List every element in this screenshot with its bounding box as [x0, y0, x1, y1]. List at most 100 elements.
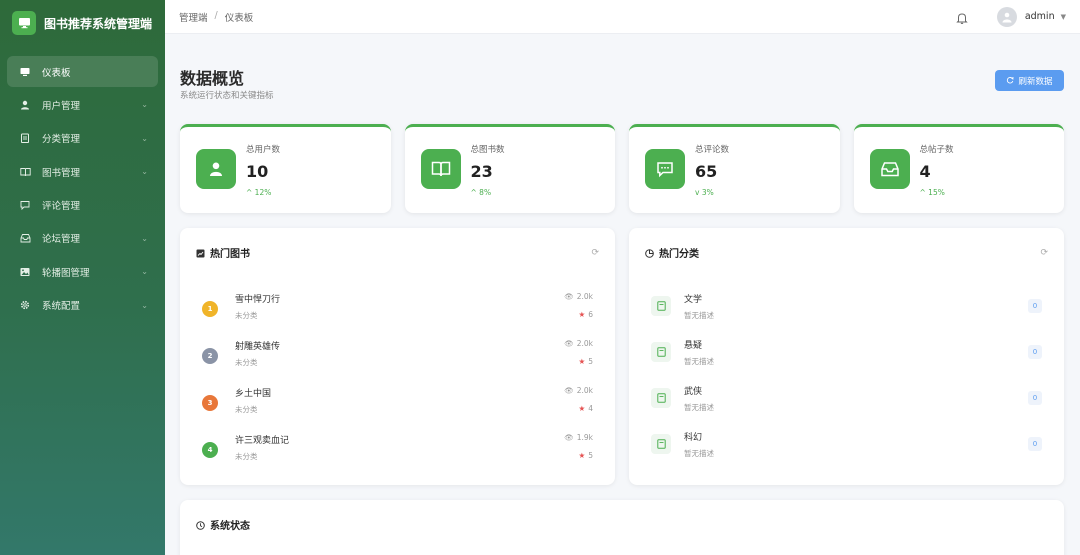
category-name: 科幻	[684, 433, 703, 443]
rank-badge: 4	[202, 442, 218, 458]
panel-title: 系统状态	[210, 521, 250, 532]
breadcrumb: 管理端 / 仪表板	[179, 10, 253, 24]
hot-books-panel: 热门图书 ⟳ 1 雪中悍刀行 未分类 👁 2.0k ★ 6 2 射雕英雄传 未分类 …	[180, 228, 615, 485]
star-icon: ★	[578, 451, 586, 460]
star-icon: ★	[578, 357, 586, 366]
list-item[interactable]: 武侠 暂无描述 0	[651, 382, 1042, 422]
chevron-down-icon: ⌄	[141, 300, 148, 310]
rank-badge: 3	[202, 395, 218, 411]
gear-icon	[19, 299, 31, 311]
favorites-count: 4	[588, 404, 593, 413]
stat-trend: v 3%	[695, 188, 714, 197]
user-icon	[19, 99, 31, 111]
list-item[interactable]: 2 射雕英雄传 未分类 👁 2.0k ★ 5	[202, 337, 593, 377]
username[interactable]: admin	[1025, 11, 1055, 22]
book-favorites: ★ 5	[578, 451, 593, 460]
sidebar-item-label: 论坛管理	[42, 234, 81, 246]
stat-label: 总评论数	[695, 145, 730, 155]
book-icon	[651, 296, 671, 316]
book-title: 射雕英雄传	[235, 342, 281, 352]
monitor-icon	[12, 11, 36, 35]
sidebar-item-carousel[interactable]: 轮播图管理 ⌄	[7, 256, 158, 287]
stat-card-comments: 总评论数 65 v 3%	[629, 124, 840, 213]
chevron-down-icon: ⌄	[141, 233, 148, 243]
brand: 图书推荐系统管理端	[0, 0, 165, 46]
favorites-count: 5	[588, 357, 593, 366]
sidebar-item-label: 仪表板	[42, 67, 71, 79]
stat-trend: ^ 12%	[246, 188, 272, 197]
category-desc: 暂无描述	[684, 357, 714, 366]
chevron-down-icon: ⌄	[141, 167, 148, 177]
panel-title: 热门图书	[210, 249, 250, 260]
stat-label: 总帖子数	[919, 145, 954, 155]
rank-badge: 1	[202, 301, 218, 317]
sidebar-item-dashboard[interactable]: 仪表板	[7, 56, 158, 87]
book-views: 👁 2.0k	[564, 386, 593, 395]
sidebar-item-books[interactable]: 图书管理 ⌄	[7, 156, 158, 187]
stats-row: 总用户数 10 ^ 12% 总图书数 23 ^ 8% 总评论数 65 v 3% …	[180, 124, 1064, 213]
list-item[interactable]: 文学 暂无描述 0	[651, 290, 1042, 330]
book-title: 许三观卖血记	[235, 436, 290, 446]
user-icon	[196, 149, 236, 189]
book-favorites: ★ 6	[578, 310, 593, 319]
sidebar-item-categories[interactable]: 分类管理 ⌄	[7, 123, 158, 154]
stat-value: 4	[919, 162, 931, 181]
comment-icon	[645, 149, 685, 189]
header-actions: admin ▼	[955, 6, 1066, 27]
sidebar-item-settings[interactable]: 系统配置 ⌄	[7, 290, 158, 321]
list-item[interactable]: 悬疑 暂无描述 0	[651, 336, 1042, 376]
panel-title: 热门分类	[659, 249, 699, 260]
panel-header: 热门图书 ⟳	[196, 243, 599, 262]
book-favorites: ★ 4	[578, 404, 593, 413]
views-count: 2.0k	[576, 386, 593, 395]
breadcrumb-item-admin[interactable]: 管理端	[179, 10, 208, 24]
bell-icon[interactable]	[955, 10, 969, 24]
list-item[interactable]: 4 许三观卖血记 未分类 👁 1.9k ★ 5	[202, 431, 593, 471]
category-count: 0	[1028, 437, 1042, 451]
list-item[interactable]: 科幻 暂无描述 0	[651, 428, 1042, 468]
clock-icon	[196, 515, 205, 534]
category-desc: 暂无描述	[684, 311, 714, 320]
category-desc: 暂无描述	[684, 449, 714, 458]
avatar[interactable]	[996, 6, 1017, 27]
breadcrumb-separator: /	[214, 9, 218, 21]
sidebar-item-forum[interactable]: 论坛管理 ⌄	[7, 223, 158, 254]
breadcrumb-item-dashboard: 仪表板	[224, 12, 254, 24]
sidebar-item-users[interactable]: 用户管理 ⌄	[7, 89, 158, 120]
chevron-down-icon: ⌄	[141, 133, 148, 143]
refresh-icon[interactable]: ⟳	[591, 248, 599, 258]
stat-value: 23	[470, 162, 493, 181]
panel-header: 热门分类 ⟳	[645, 243, 1048, 262]
eye-icon: 👁	[564, 292, 574, 301]
book-title: 雪中悍刀行	[235, 295, 281, 305]
stat-label: 总图书数	[470, 145, 505, 155]
book-views: 👁 1.9k	[564, 433, 593, 442]
book-category: 未分类	[235, 358, 258, 367]
sidebar-item-comments[interactable]: 评论管理	[7, 190, 158, 221]
refresh-icon[interactable]: ⟳	[1040, 248, 1048, 258]
rank-badge: 2	[202, 348, 218, 364]
page-subtitle: 系统运行状态和关键指标	[180, 91, 274, 101]
list-item[interactable]: 1 雪中悍刀行 未分类 👁 2.0k ★ 6	[202, 290, 593, 330]
book-category: 未分类	[235, 311, 258, 320]
stat-value: 10	[246, 162, 269, 181]
clipboard-icon	[19, 132, 31, 144]
list-item[interactable]: 3 乡土中国 未分类 👁 2.0k ★ 4	[202, 384, 593, 424]
chevron-down-icon: ⌄	[141, 100, 148, 110]
panels-row: 热门图书 ⟳ 1 雪中悍刀行 未分类 👁 2.0k ★ 6 2 射雕英雄传 未分类 …	[180, 228, 1064, 485]
system-status-panel: 系统状态	[180, 500, 1064, 555]
refresh-button[interactable]: 刷新数据	[995, 70, 1064, 91]
stat-label: 总用户数	[246, 145, 281, 155]
monitor-icon	[19, 66, 31, 78]
eye-icon: 👁	[564, 339, 574, 348]
page-title: 数据概览	[180, 69, 245, 88]
views-count: 2.0k	[576, 339, 593, 348]
chevron-down-icon: ⌄	[141, 267, 148, 277]
sidebar: 图书推荐系统管理端 仪表板 用户管理 ⌄ 分类管理 ⌄ 图书管理 ⌄ 评论管理 …	[0, 0, 165, 555]
eye-icon: 👁	[564, 386, 574, 395]
caret-down-icon[interactable]: ▼	[1061, 13, 1066, 21]
book-open-icon	[420, 149, 461, 189]
app-title: 图书推荐系统管理端	[44, 16, 153, 31]
comment-icon	[19, 199, 31, 211]
main-content: 数据概览 系统运行状态和关键指标 刷新数据 总用户数 10 ^ 12% 总图书数…	[165, 35, 1080, 555]
